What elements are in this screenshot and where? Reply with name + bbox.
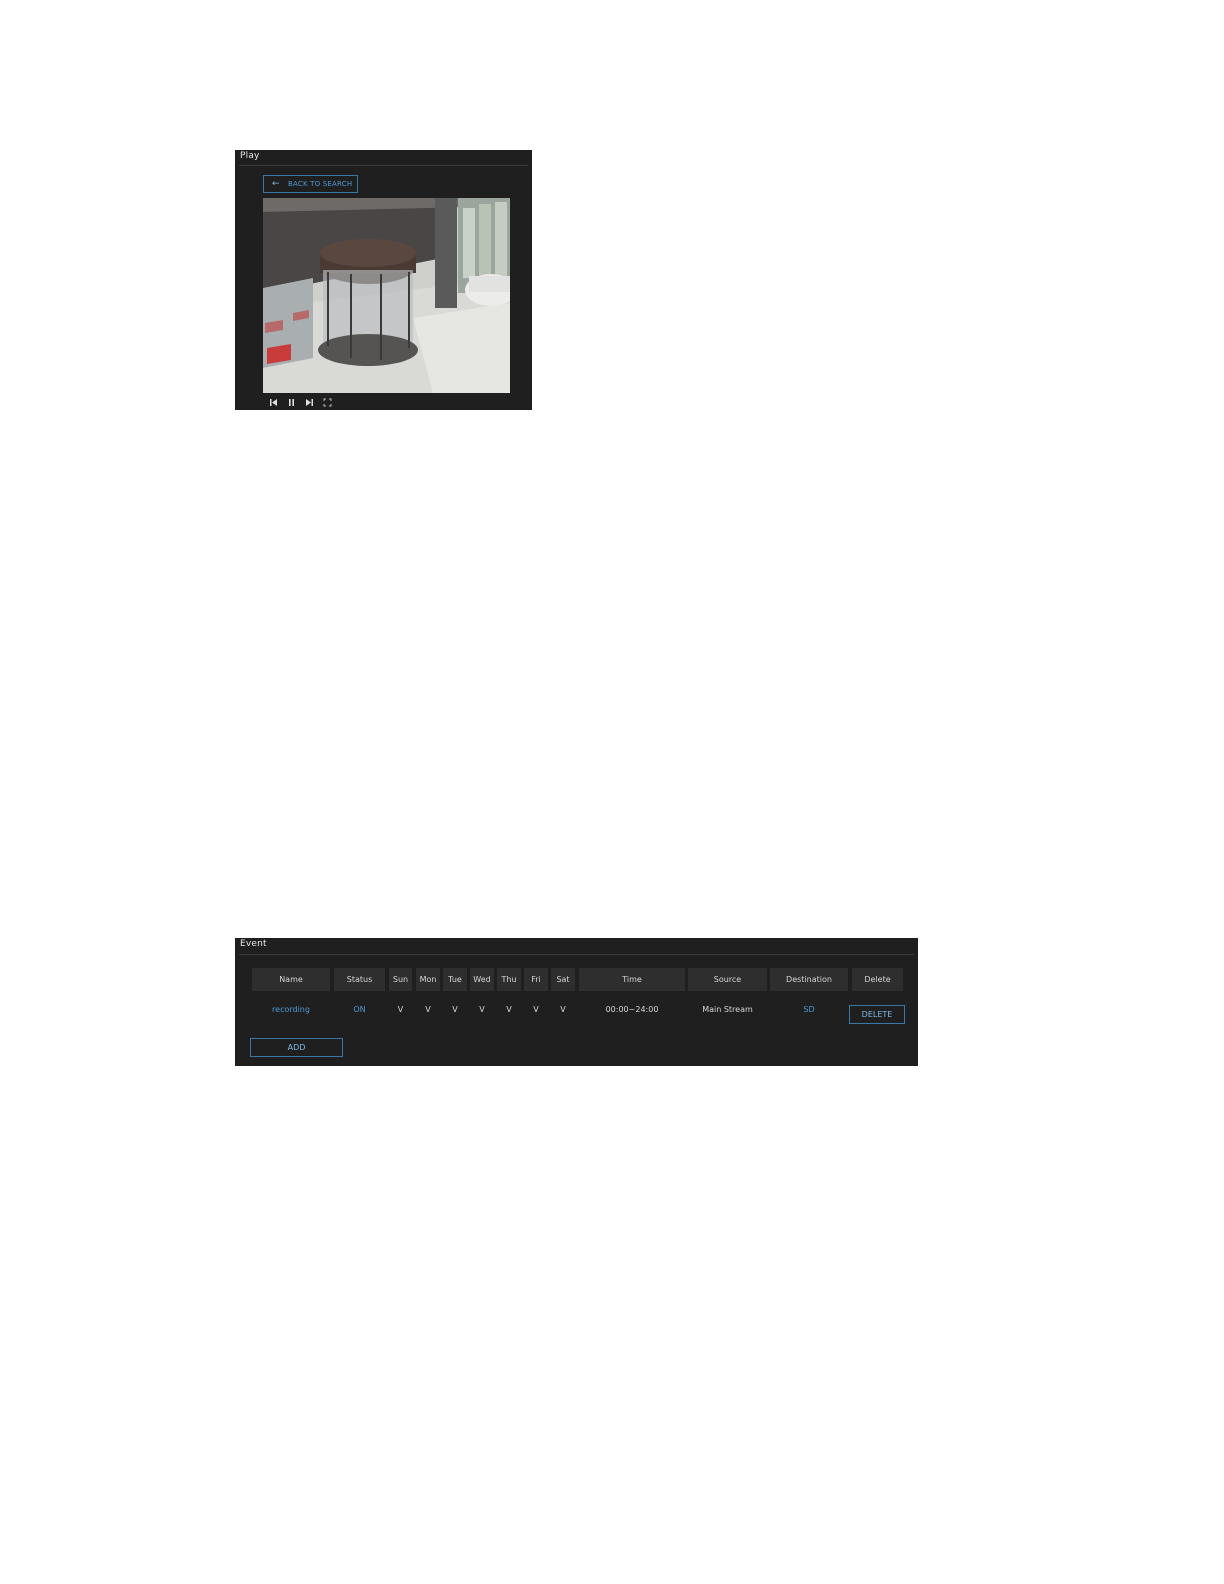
skip-forward-icon[interactable] <box>303 396 315 408</box>
column-header-status: Status <box>334 968 385 991</box>
play-panel: Play ← BACK TO SEARCH <box>235 150 532 410</box>
column-header-sun: Sun <box>389 968 412 991</box>
column-header-thu: Thu <box>497 968 521 991</box>
day-fri-value: V <box>533 1004 539 1014</box>
event-name-link[interactable]: recording <box>252 1002 330 1016</box>
day-thu-value: V <box>506 1004 512 1014</box>
day-tue-value: V <box>452 1004 458 1014</box>
day-sat-value: V <box>560 1004 566 1014</box>
video-player[interactable] <box>263 198 510 393</box>
column-header-fri: Fri <box>524 968 548 991</box>
day-wed-value: V <box>479 1004 485 1014</box>
column-header-name: Name <box>252 968 330 991</box>
event-source-value: Main Stream <box>702 1004 753 1014</box>
pause-icon[interactable] <box>285 396 297 408</box>
event-destination-link[interactable]: SD <box>770 1002 848 1016</box>
column-header-source: Source <box>688 968 767 991</box>
fullscreen-icon[interactable] <box>321 396 333 408</box>
add-button[interactable]: ADD <box>250 1038 343 1057</box>
event-panel-title: Event <box>240 939 267 949</box>
play-panel-title: Play <box>240 151 260 161</box>
back-to-search-button[interactable]: ← BACK TO SEARCH <box>263 175 358 193</box>
camera-view-image <box>263 198 510 393</box>
column-header-mon: Mon <box>416 968 440 991</box>
day-mon-value: V <box>425 1004 431 1014</box>
column-header-sat: Sat <box>551 968 575 991</box>
column-header-destination: Destination <box>770 968 848 991</box>
divider <box>239 954 914 955</box>
divider <box>239 165 528 166</box>
event-panel: Event Name Status Sun Mon Tue Wed Thu Fr… <box>235 938 918 1066</box>
skip-back-icon[interactable] <box>267 396 279 408</box>
back-to-search-label: BACK TO SEARCH <box>288 180 353 188</box>
event-status-toggle[interactable]: ON <box>334 1002 385 1016</box>
column-header-delete: Delete <box>852 968 903 991</box>
playback-controls <box>267 396 339 408</box>
column-header-time: Time <box>579 968 685 991</box>
arrow-left-icon: ← <box>272 178 280 189</box>
delete-button[interactable]: DELETE <box>849 1005 905 1024</box>
column-header-wed: Wed <box>470 968 494 991</box>
day-sun-value: V <box>397 1004 404 1014</box>
column-header-tue: Tue <box>443 968 467 991</box>
event-time-value: 00:00~24:00 <box>605 1004 659 1014</box>
